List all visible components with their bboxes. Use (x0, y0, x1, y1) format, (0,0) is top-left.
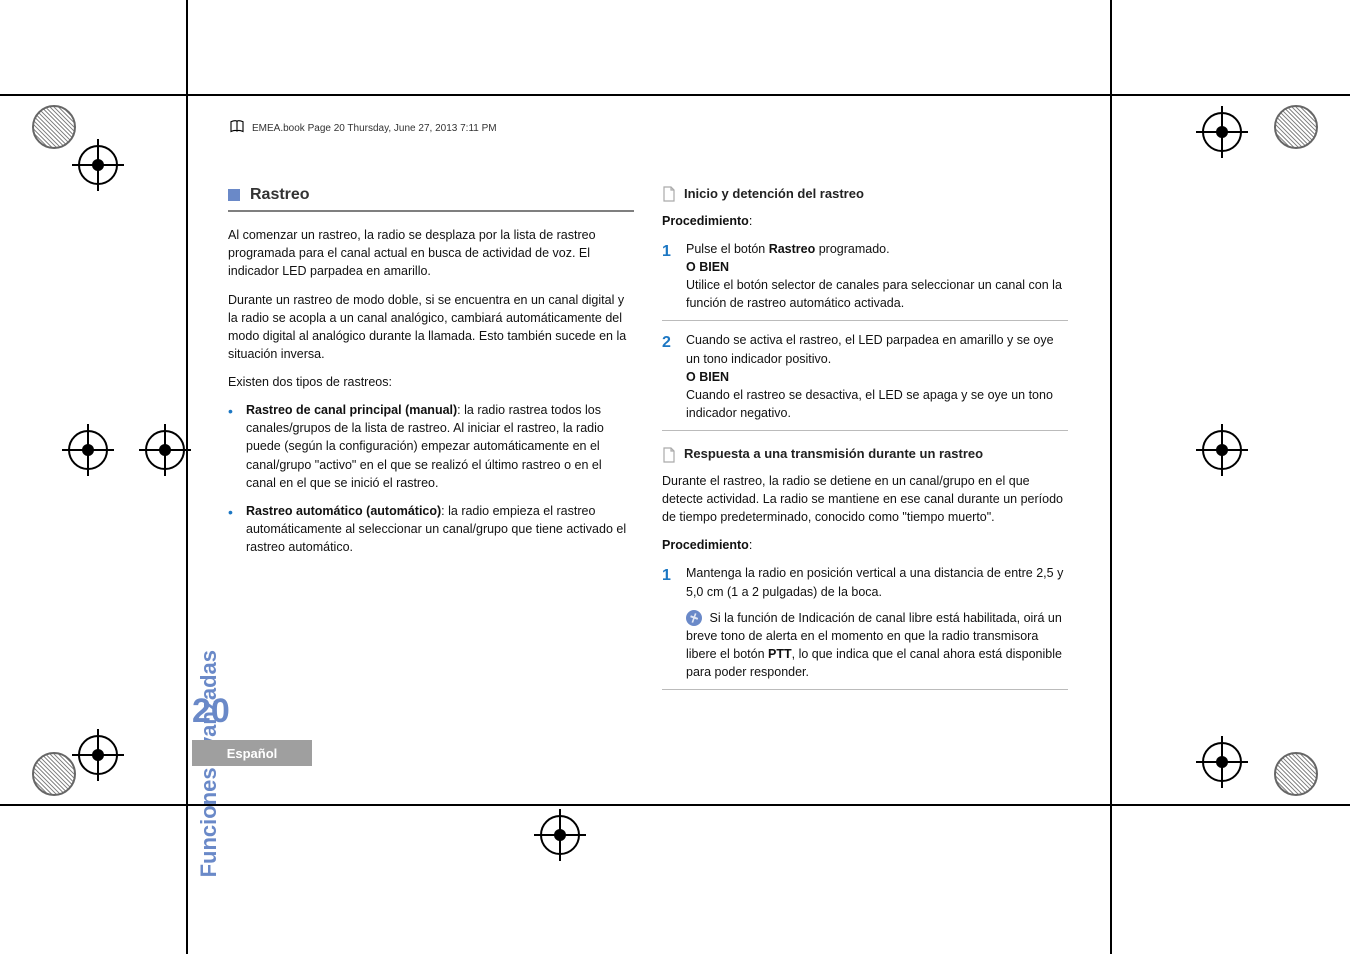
hatched-circle-icon (32, 752, 76, 796)
list-item-term: Rastreo de canal principal (manual) (246, 403, 457, 417)
or-label: O BIEN (686, 260, 729, 274)
section-heading: Rastreo (228, 183, 634, 212)
procedure-text: Procedimiento (662, 538, 749, 552)
or-label: O BIEN (686, 370, 729, 384)
registration-mark-icon (540, 815, 580, 855)
body-paragraph: Durante el rastreo, la radio se detiene … (662, 472, 1068, 526)
hatched-circle-icon (1274, 105, 1318, 149)
step-text: Cuando se activa el rastreo, el LED parp… (686, 333, 1054, 365)
print-header: EMEA.book Page 20 Thursday, June 27, 201… (192, 100, 1104, 139)
registration-mark-icon (78, 145, 118, 185)
step-item: Cuando se activa el rastreo, el LED parp… (662, 331, 1068, 431)
procedure-text: Procedimiento (662, 214, 749, 228)
list-item: Rastreo automático (automático): la radi… (228, 502, 634, 556)
file-icon (662, 447, 676, 463)
step-text: Pulse el botón (686, 242, 769, 256)
note-bold: PTT (768, 647, 792, 661)
square-bullet-icon (228, 189, 240, 201)
file-icon (662, 186, 676, 202)
procedure-steps: Mantenga la radio en posición vertical a… (662, 564, 1068, 690)
page-area: EMEA.book Page 20 Thursday, June 27, 201… (192, 100, 1104, 800)
note-icon (686, 610, 702, 626)
note-block: Si la función de Indicación de canal lib… (686, 609, 1068, 682)
registration-mark-icon (78, 735, 118, 775)
content-columns: Rastreo Al comenzar un rastreo, la radio… (192, 139, 1104, 704)
registration-mark-icon (145, 430, 185, 470)
right-column: Inicio y detención del rastreo Procedimi… (662, 183, 1068, 704)
step-text: programado. (815, 242, 889, 256)
step-text: Cuando el rastreo se desactiva, el LED s… (686, 388, 1053, 420)
language-tab: Español (192, 740, 312, 766)
step-text: Mantenga la radio en posición vertical a… (686, 566, 1063, 598)
step-item: Pulse el botón Rastreo programado. O BIE… (662, 240, 1068, 322)
registration-mark-icon (1202, 112, 1242, 152)
bullet-list: Rastreo de canal principal (manual): la … (228, 401, 634, 556)
step-bold: Rastreo (769, 242, 816, 256)
procedure-label: Procedimiento: (662, 536, 1068, 554)
page-number: 20 (192, 692, 230, 731)
subsection-title: Respuesta a una transmisión durante un r… (684, 445, 983, 464)
list-item-term: Rastreo automático (automático) (246, 504, 441, 518)
subsection-title: Inicio y detención del rastreo (684, 185, 864, 204)
procedure-steps: Pulse el botón Rastreo programado. O BIE… (662, 240, 1068, 431)
header-text: EMEA.book Page 20 Thursday, June 27, 201… (252, 123, 497, 134)
body-paragraph: Al comenzar un rastreo, la radio se desp… (228, 226, 634, 280)
step-text: Utilice el botón selector de canales par… (686, 278, 1062, 310)
section-title-text: Rastreo (250, 183, 310, 206)
registration-mark-icon (1202, 430, 1242, 470)
procedure-label: Procedimiento: (662, 212, 1068, 230)
book-icon (228, 118, 246, 139)
hatched-circle-icon (32, 105, 76, 149)
list-item: Rastreo de canal principal (manual): la … (228, 401, 634, 492)
left-column: Rastreo Al comenzar un rastreo, la radio… (228, 183, 634, 704)
step-item: Mantenga la radio en posición vertical a… (662, 564, 1068, 690)
registration-mark-icon (68, 430, 108, 470)
body-paragraph: Existen dos tipos de rastreos: (228, 373, 634, 391)
hatched-circle-icon (1274, 752, 1318, 796)
subsection-heading: Inicio y detención del rastreo (662, 185, 1068, 204)
subsection-heading: Respuesta a una transmisión durante un r… (662, 445, 1068, 464)
registration-mark-icon (1202, 742, 1242, 782)
body-paragraph: Durante un rastreo de modo doble, si se … (228, 291, 634, 364)
